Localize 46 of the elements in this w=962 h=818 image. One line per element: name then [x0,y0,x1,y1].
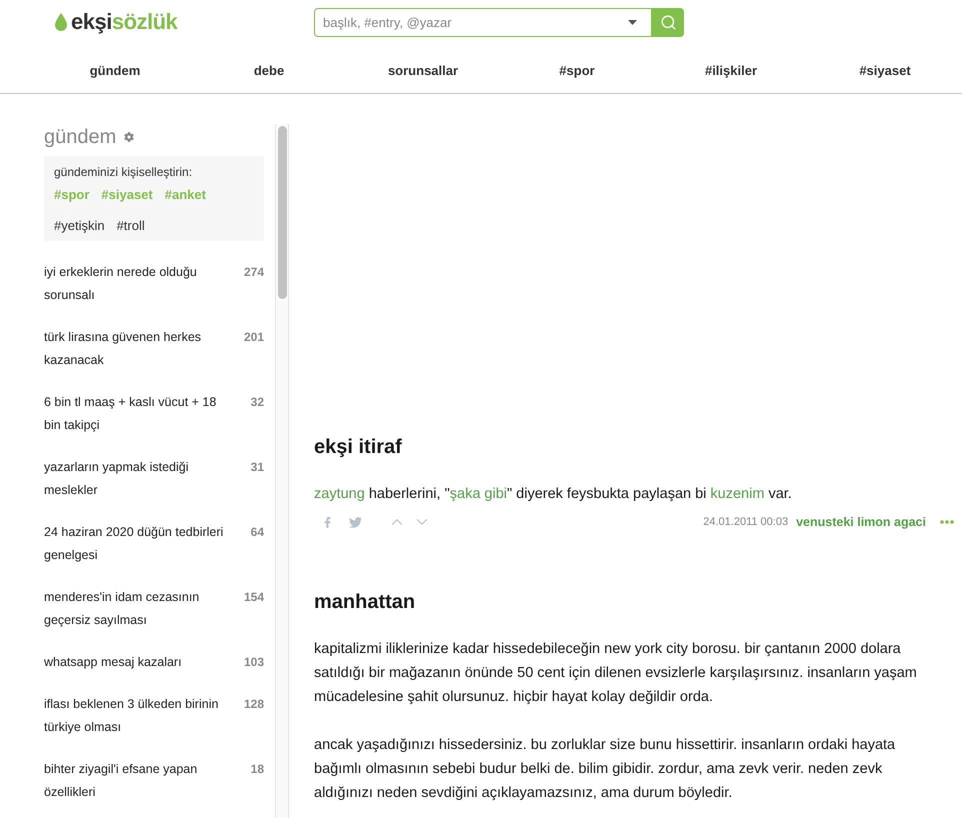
settings-icon[interactable] [124,132,134,142]
nav-link[interactable]: #ilişkiler [704,60,758,80]
nav-link[interactable]: gündem [90,60,140,80]
entry-count: 128 [242,696,264,713]
channel-tag[interactable]: #troll [116,217,145,235]
nav-link[interactable]: sorunsallar [388,60,458,80]
entry-count: 64 [250,524,264,541]
entry-count: 274 [242,264,264,281]
sidebar-title: gündem [44,125,116,150]
topic-link[interactable]: 6 bin tl maaş + kaslı vücut + 18 bin takipçi [44,391,236,437]
scrollbar-thumb[interactable] [278,126,286,299]
entry-count: 31 [250,459,264,476]
search-button[interactable] [652,8,684,36]
entry-date[interactable]: 24.01.2011 00:03 [703,514,788,530]
topic-link[interactable]: bihter ziyagil'i efsane yapan özellikleri [44,758,236,804]
caret-icon[interactable] [628,20,637,24]
personalize-label: gündeminizi kişiselleştirin: [54,164,194,181]
ellipsis-icon[interactable] [940,520,954,524]
entry-count: 103 [242,654,264,671]
topic-link[interactable]: yazarların yapmak istediği meslekler [44,456,236,502]
entry-count: 154 [242,589,264,606]
entry-text: kapitalizmi iliklerinize kadar hissedebileceğin new york city borosu. bir çantanın 2000 dolara satıldığı bir mağazanın önünde 50 cent için dilenen evsizlerle karşılaşırsınız. insanların yaşam mücadelesine şahit olursunuz. hiçbir hayat kolay değildir orda. [314,640,918,707]
nav-link[interactable]: #siyaset [859,60,911,80]
topic-link[interactable]: iflası beklenen 3 ülkeden birinin türkiye olması [44,693,236,739]
entry-count: 201 [242,329,264,346]
topic-heading[interactable]: manhattan [314,589,954,615]
topic-link[interactable]: menderes'in idam cezasının geçersiz sayılması [44,586,236,632]
site-logo[interactable]: ekşisözlük [55,11,178,33]
topic-link[interactable]: türk lirasına güvenen herkes kazanacak [44,326,236,372]
nav-link[interactable]: debe [254,60,284,80]
drop-icon [55,13,67,31]
entry-count: 18 [250,761,264,778]
topic-link[interactable]: whatsapp mesaj kazaları [44,651,236,674]
twitter-icon[interactable] [349,516,362,528]
entry-count: 32 [250,394,264,411]
scrollbar-track[interactable] [275,124,289,818]
search-field[interactable]: başlık, #entry, @yazar [314,8,652,36]
entry-text: ancak yaşadığınızı hissedersiniz. bu zorluklar size bunu hissettirir. insanların ordaki hayata bağımlı olmasının sebebi budur belki de. bilim gibidir. zordur, ama zevk verir. neden zevk aldığınızı neden sevdiğini açıklayamazsınız, ama durum böyledir. [314,736,896,803]
topic-link[interactable]: 24 haziran 2020 düğün tedbirleri genelgesi [44,521,236,567]
topic-link[interactable]: iyi erkeklerin nerede olduğu sorunsalı [44,261,236,307]
nav-link[interactable]: #spor [559,60,595,80]
channel-tag[interactable]: #yetişkin [54,217,105,235]
facebook-icon[interactable] [322,516,333,528]
topic-heading[interactable]: ekşi itiraf [314,434,954,460]
search-icon [660,14,676,30]
entry-text: zaytung haberlerini, "şaka gibi" diyerek feysbukta paylaşan bi kuzenim var. [314,485,793,504]
